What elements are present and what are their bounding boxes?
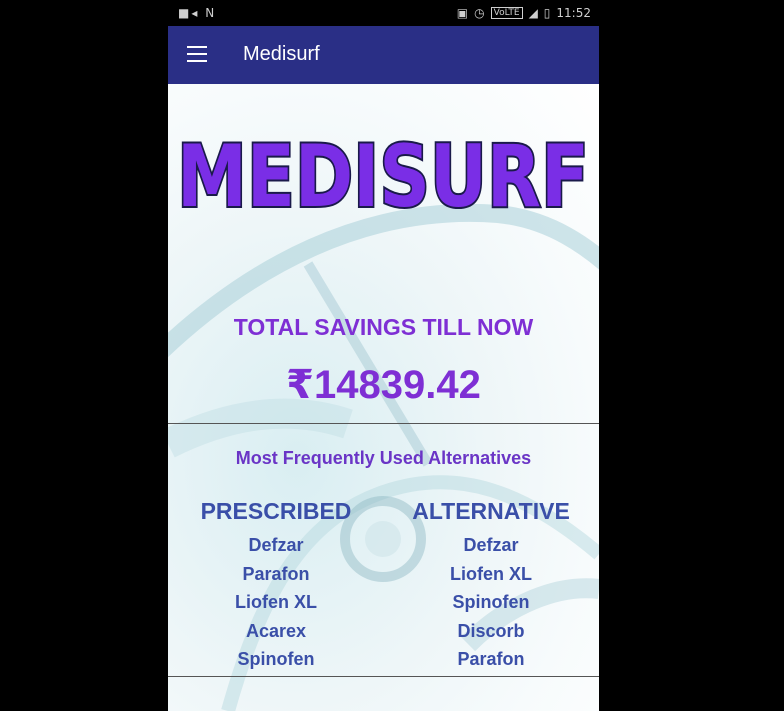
svg-text:MEDISURF: MEDISURF [177, 127, 589, 224]
alternative-header: ALTERNATIVE [412, 498, 570, 524]
status-icons: ▣ ◷ VoLTE ◢ ▯ 11:52 [457, 6, 591, 20]
signal-icon: ◢ [528, 6, 538, 20]
alternative-item: Parafon [457, 649, 525, 669]
medisurf-logo: MEDISURF [175, 125, 591, 224]
prescribed-item: Parafon [242, 563, 310, 584]
alternative-item: Liofen XL [450, 563, 532, 584]
divider-top [168, 423, 599, 424]
alternative-column: ALTERNATIVE Defzar Liofen XL Spinofen Di… [391, 498, 591, 674]
status-bar: ■◂ N ▣ ◷ VoLTE ◢ ▯ 11:52 [168, 0, 599, 26]
alternatives-title: Most Frequently Used Alternatives [235, 448, 532, 468]
prescribed-item: Acarex [245, 620, 307, 641]
phone-screen: ■◂ N ▣ ◷ VoLTE ◢ ▯ 11:52 Medisurf MEDISU… [168, 0, 599, 711]
video-icon: ■◂ [178, 6, 200, 20]
total-savings-label: TOTAL SAVINGS TILL NOW [233, 314, 534, 340]
prescribed-header: PRESCRIBED [200, 498, 352, 524]
alternative-item: Spinofen [452, 592, 530, 612]
divider-bottom [168, 676, 599, 677]
app-bar: Medisurf [168, 26, 599, 84]
prescribed-item: Defzar [248, 535, 304, 555]
main-content: MEDISURF TOTAL SAVINGS TILL NOW ₹14839.4… [168, 84, 599, 711]
alarm-icon: ◷ [474, 6, 485, 20]
prescribed-column: PRESCRIBED Defzar Parafon Liofen XL Acar… [176, 498, 376, 674]
volte-badge: VoLTE [490, 7, 523, 19]
menu-icon[interactable] [187, 46, 207, 62]
app-title: Medisurf [243, 43, 320, 65]
total-savings-amount: ₹14839.42 [286, 363, 481, 407]
alternative-item: Discorb [457, 620, 525, 641]
prescribed-item: Spinofen [237, 649, 315, 669]
battery-icon: ▯ [543, 6, 551, 20]
clock: 11:52 [556, 6, 591, 20]
prescribed-item: Liofen XL [235, 592, 317, 612]
vibrate-icon: ▣ [456, 6, 469, 20]
n-app-icon: N [205, 6, 217, 20]
alternative-item: Defzar [463, 535, 519, 555]
notification-icons: ■◂ N [178, 6, 216, 20]
